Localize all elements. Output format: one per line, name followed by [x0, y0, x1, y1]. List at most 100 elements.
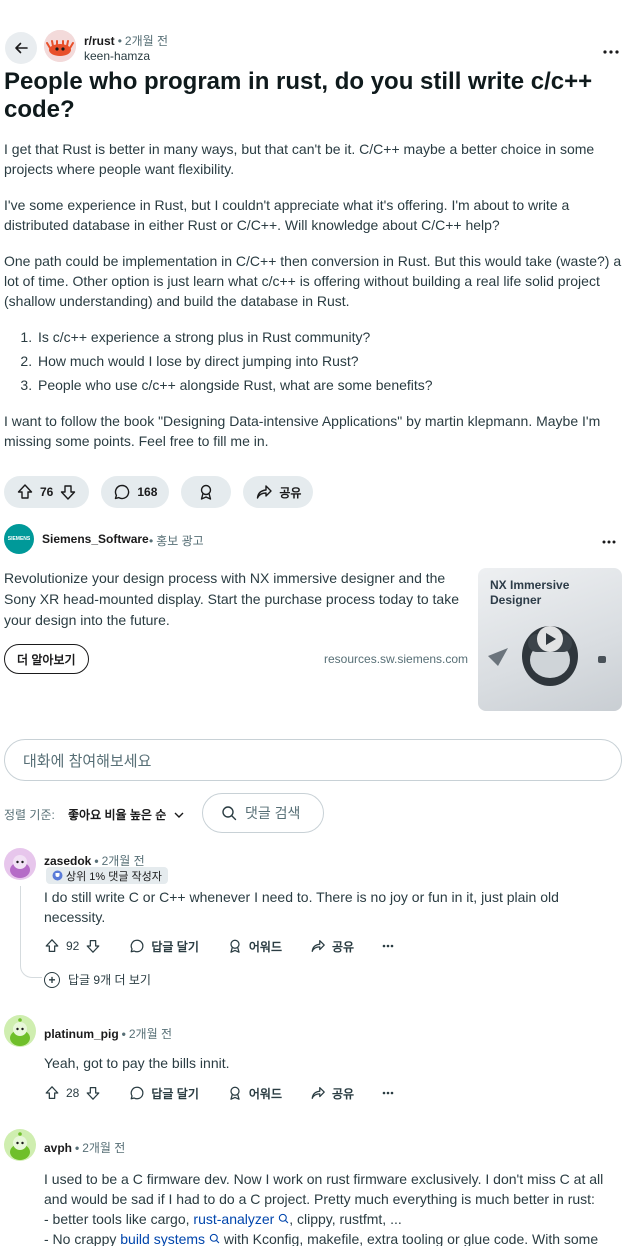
comment-text: Yeah, got to pay the bills innit. — [44, 1055, 230, 1071]
promoted-label: 홍보 광고 — [156, 534, 204, 548]
post-paragraph: One path could be implementation in C/C+… — [4, 253, 622, 309]
comment-score: 28 — [66, 1086, 80, 1100]
award-label: 어워드 — [248, 1086, 282, 1101]
comment-text: I used to be a C firmware dev. Now I wor… — [44, 1169, 622, 1246]
more-options-button[interactable] — [603, 38, 619, 59]
avatar[interactable] — [4, 1015, 36, 1047]
post-paragraph: I want to follow the book "Designing Dat… — [4, 413, 601, 449]
award-button[interactable]: 어워드 — [227, 1085, 282, 1102]
downvote-icon[interactable] — [59, 483, 77, 501]
subreddit-line: r/rust • 2개월 전 — [84, 34, 169, 48]
comment-text-line: - No crappy build systems with Kconfig, … — [44, 1229, 622, 1246]
vote-pill: 76 — [4, 476, 90, 508]
more-horizontal-icon — [603, 50, 619, 54]
comment-text-line: - better tools like cargo, rust-analyzer… — [44, 1209, 622, 1229]
list-item: People who use c/c++ alongside Rust, wha… — [36, 375, 624, 395]
comment-actions: 28 답글 달기 어워드 공유 — [44, 1081, 422, 1105]
comment-text-line: and would be sad if I had to do a C proj… — [44, 1191, 595, 1207]
upvote-icon[interactable] — [16, 483, 34, 501]
more-replies-label: 답글 9개 더 보기 — [68, 973, 151, 987]
comment-icon — [130, 1086, 144, 1100]
comment-author[interactable]: zasedok — [44, 854, 91, 868]
comment-count: 168 — [137, 485, 158, 499]
award-button[interactable]: 어워드 — [227, 938, 282, 955]
comment: platinum_pig • 2개월 전 Yeah, got to pay the … — [4, 1015, 624, 1115]
ad-text[interactable]: Revolutionize your design process with N… — [4, 568, 464, 631]
comment: avph • 2개월 전 I used to be a C firmware dev… — [4, 1129, 624, 1246]
search-icon — [209, 1233, 220, 1244]
share-button[interactable]: 공유 — [310, 938, 354, 955]
post-body: I get that Rust is better in many ways, … — [4, 139, 624, 467]
ad-more-options-button[interactable] — [602, 528, 616, 549]
ad-header: SIEMENS Siemens_Software • 홍보 광고 — [4, 524, 624, 554]
comment-text-line: I used to be a C firmware dev. Now I wor… — [44, 1171, 604, 1187]
comment-icon — [130, 939, 144, 953]
back-button[interactable] — [5, 32, 37, 64]
subreddit-avatar[interactable] — [44, 30, 76, 62]
upvote-icon[interactable] — [44, 938, 60, 954]
more-horizontal-icon — [382, 944, 394, 948]
share-label: 공유 — [331, 1086, 355, 1101]
snoo-avatar-icon — [4, 1129, 36, 1161]
post-author[interactable]: keen-hamza — [84, 49, 150, 63]
downvote-icon[interactable] — [85, 938, 101, 954]
link-label: rust-analyzer — [193, 1211, 275, 1227]
learn-more-button[interactable]: 더 알아보기 — [4, 644, 89, 674]
share-icon — [311, 940, 325, 952]
comment-input[interactable]: 대화에 참여해보세요 — [4, 739, 622, 781]
snoo-avatar-icon — [4, 848, 36, 880]
comment-search-button[interactable]: 댓글 검색 — [202, 793, 324, 833]
more-replies-button[interactable]: + 답글 9개 더 보기 — [44, 971, 151, 988]
comment-text: I do still write C or C++ whenever I nee… — [44, 889, 559, 925]
avatar[interactable] — [4, 848, 36, 880]
award-button[interactable] — [181, 476, 232, 508]
more-horizontal-icon — [602, 540, 616, 544]
build-systems-link[interactable]: build systems — [120, 1231, 220, 1246]
comment-more-button[interactable] — [382, 1091, 394, 1095]
sort-dropdown[interactable]: 좋아요 비율 높은 순 — [68, 806, 184, 823]
comment-time: 2개월 전 — [101, 854, 145, 868]
top-commenter-badge: 상위 1% 댓글 작성자 — [46, 867, 168, 884]
post-action-bar: 76 168 공유 — [4, 476, 314, 508]
thread-line — [20, 886, 21, 966]
post-title: People who program in rust, do you still… — [4, 68, 593, 123]
reply-button[interactable]: 답글 달기 — [129, 938, 199, 955]
comment-time: 2개월 전 — [128, 1027, 173, 1041]
trophy-icon — [52, 870, 63, 881]
subreddit-name[interactable]: r/rust — [84, 34, 115, 48]
text-fragment: - No crappy — [44, 1231, 121, 1246]
vote-count: 76 — [40, 485, 54, 499]
ad-image[interactable]: NX Immersive Designer — [478, 568, 622, 711]
advertiser-logo[interactable]: SIEMENS — [4, 524, 34, 554]
text-fragment: - better tools like cargo, — [44, 1211, 194, 1227]
comment-icon — [115, 484, 130, 500]
share-button[interactable]: 공유 — [243, 476, 314, 508]
comment-more-button[interactable] — [382, 944, 394, 948]
comment-search-label: 댓글 검색 — [245, 805, 301, 821]
upvote-icon[interactable] — [44, 1085, 60, 1101]
badge-label: 상위 1% 댓글 작성자 — [66, 870, 162, 883]
ad-domain[interactable]: resources.sw.siemens.com — [324, 652, 468, 666]
more-horizontal-icon — [382, 1091, 394, 1095]
award-icon — [230, 939, 240, 953]
sort-label: 정렬 기준: — [4, 808, 55, 822]
text-fragment: , clippy, rustfmt, ... — [289, 1211, 402, 1227]
comment-vote-group: 92 — [44, 938, 101, 954]
avatar[interactable] — [4, 1129, 36, 1161]
thread-curve — [20, 966, 42, 978]
advertiser-name[interactable]: Siemens_Software — [42, 532, 149, 546]
comment-author[interactable]: platinum_pig — [44, 1027, 119, 1041]
promoted-tag: • 홍보 광고 — [149, 534, 204, 548]
downvote-icon[interactable] — [85, 1085, 101, 1101]
rust-analyzer-link[interactable]: rust-analyzer — [193, 1211, 289, 1227]
share-icon — [257, 485, 273, 499]
share-icon — [311, 1087, 325, 1099]
share-button[interactable]: 공유 — [310, 1085, 354, 1102]
comment-author[interactable]: avph — [44, 1141, 72, 1155]
reply-button[interactable]: 답글 달기 — [129, 1085, 199, 1102]
comments-button[interactable]: 168 — [101, 476, 170, 508]
list-item: Is c/c++ experience a strong plus in Rus… — [36, 327, 624, 347]
ferris-crab-icon — [44, 30, 76, 62]
post-time: 2개월 전 — [124, 34, 169, 48]
sort-row: 정렬 기준: 좋아요 비율 높은 순 댓글 검색 — [4, 793, 624, 833]
